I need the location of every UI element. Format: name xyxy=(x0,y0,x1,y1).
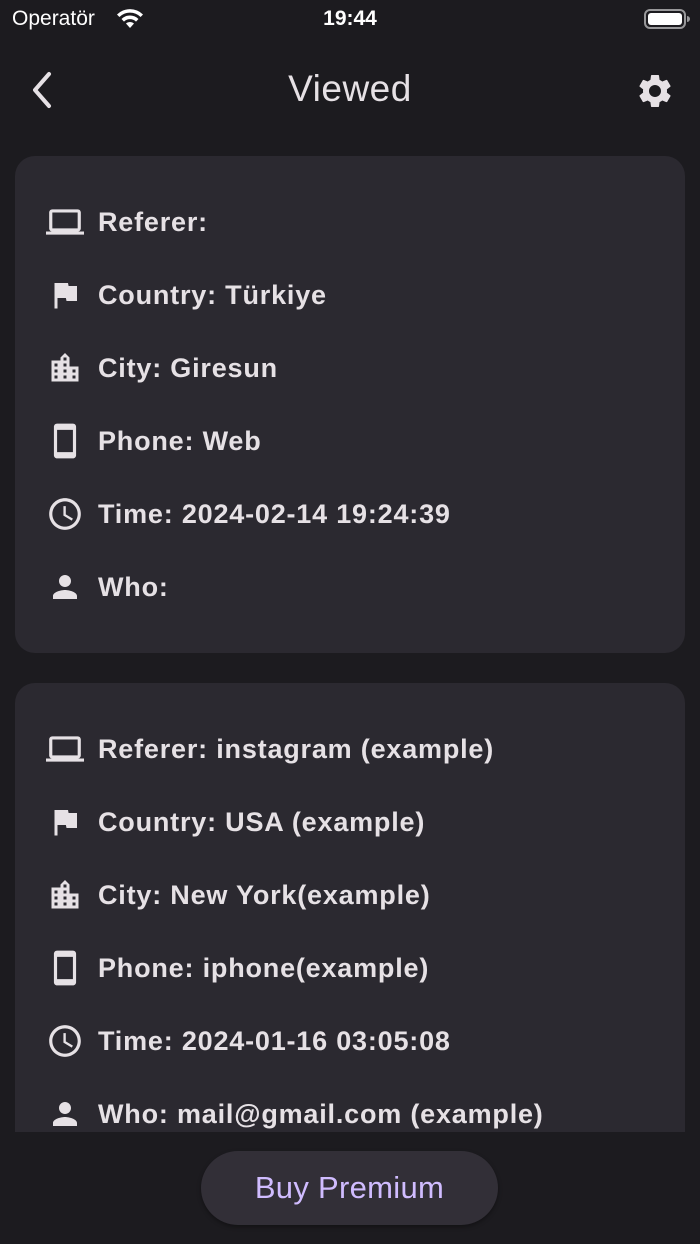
view-card: Referer: Country: Türkiye City: Giresun … xyxy=(15,156,685,653)
phone-icon xyxy=(45,948,85,988)
clock-icon xyxy=(45,1021,85,1061)
flag-icon xyxy=(45,802,85,842)
phone-text: Phone: iphone(example) xyxy=(98,952,430,983)
city-icon xyxy=(45,348,85,388)
app-bar: Viewed xyxy=(0,50,700,134)
country-row: Country: Türkiye xyxy=(45,273,327,317)
status-time: 19:44 xyxy=(323,7,377,30)
city-row: City: Giresun xyxy=(45,346,278,390)
city-row: City: New York(example) xyxy=(45,873,431,917)
buy-premium-button[interactable]: Buy Premium xyxy=(201,1151,498,1225)
referer-row: Referer: instagram (example) xyxy=(45,727,494,771)
country-text: Country: USA (example) xyxy=(98,806,426,837)
referer-row: Referer: xyxy=(45,200,208,244)
viewed-screen: Operatör 19:44 Viewed Referer: Country: … xyxy=(0,0,700,1244)
views-list[interactable]: Referer: Country: Türkiye City: Giresun … xyxy=(0,140,700,1132)
person-icon xyxy=(45,1094,85,1132)
flag-icon xyxy=(45,275,85,315)
settings-button[interactable] xyxy=(632,68,678,114)
phone-row: Phone: iphone(example) xyxy=(45,946,429,990)
clock-icon xyxy=(45,494,85,534)
city-text: City: New York(example) xyxy=(98,879,431,910)
who-text: Who: xyxy=(98,571,169,602)
time-text: Time: 2024-02-14 19:24:39 xyxy=(98,498,451,529)
country-row: Country: USA (example) xyxy=(45,800,425,844)
gear-icon xyxy=(639,74,671,107)
page-title: Viewed xyxy=(288,68,412,109)
referer-text: Referer: xyxy=(98,206,208,237)
battery-icon xyxy=(644,9,690,29)
who-row: Who: mail@gmail.com (example) xyxy=(45,1092,544,1132)
who-row: Who: xyxy=(45,565,169,609)
time-text: Time: 2024-01-16 03:05:08 xyxy=(98,1025,451,1056)
laptop-icon xyxy=(45,202,85,242)
phone-row: Phone: Web xyxy=(45,419,262,463)
referer-text: Referer: instagram (example) xyxy=(98,733,495,764)
phone-icon xyxy=(45,421,85,461)
phone-text: Phone: Web xyxy=(98,425,262,456)
view-card: Referer: instagram (example) Country: US… xyxy=(15,683,685,1132)
laptop-icon xyxy=(45,729,85,769)
status-bar: Operatör 19:44 xyxy=(0,0,700,40)
time-row: Time: 2024-01-16 03:05:08 xyxy=(45,1019,451,1063)
city-icon xyxy=(45,875,85,915)
city-text: City: Giresun xyxy=(98,352,278,383)
country-text: Country: Türkiye xyxy=(98,279,327,310)
time-row: Time: 2024-02-14 19:24:39 xyxy=(45,492,451,536)
who-text: Who: mail@gmail.com (example) xyxy=(98,1098,544,1129)
person-icon xyxy=(45,567,85,607)
